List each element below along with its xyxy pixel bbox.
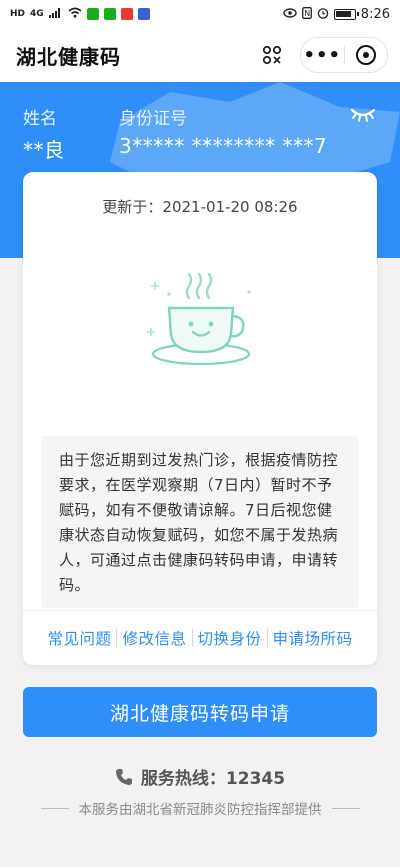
status-bar-right: N 8:26: [283, 7, 390, 22]
footer-divider-right: [331, 807, 360, 809]
toggle-visibility-button[interactable]: [350, 106, 376, 128]
footer-divider-left: [40, 807, 69, 809]
nfc-icon: N: [301, 6, 312, 22]
edit-info-link[interactable]: 修改信息: [117, 627, 191, 649]
close-circle-icon: [355, 45, 376, 65]
blue-notification-icon: [137, 8, 150, 20]
alarm-icon: [317, 7, 329, 22]
signal-icon: [48, 7, 63, 21]
apply-venue-code-link[interactable]: 申请场所码: [268, 627, 358, 649]
page-title: 湖北健康码: [16, 44, 121, 69]
red-notification-icon: [120, 8, 133, 20]
close-button[interactable]: [344, 44, 387, 66]
code-transfer-apply-button[interactable]: 湖北健康码转码申请: [23, 687, 377, 737]
name-label: 姓名: [23, 109, 57, 129]
health-code-card: 更新于：2021-01-20 08:26 由于您近期到过发热门诊，根据疫情防控要…: [23, 172, 377, 665]
service-hotline: 服务热线：12345: [0, 764, 400, 789]
id-number-value: 3***** ******** ***7: [119, 134, 328, 158]
switch-identity-link[interactable]: 切换身份: [193, 627, 267, 649]
message-notification-icon: [103, 8, 116, 20]
scan-button[interactable]: [256, 39, 288, 71]
wifi-icon: [68, 7, 82, 21]
status-bar: HD 4G N 8:26: [0, 0, 400, 28]
network-indicator: 4G: [30, 9, 44, 19]
footer-text: 本服务由湖北省新冠肺炎防控指挥部提供: [78, 802, 322, 818]
navigation-bar: 湖北健康码 •••: [0, 28, 400, 82]
eye-closed-icon: [350, 108, 376, 122]
faq-link[interactable]: 常见问题: [42, 627, 116, 649]
more-button[interactable]: •••: [301, 45, 344, 66]
id-number-label: 身份证号: [119, 109, 187, 129]
battery-icon: [333, 8, 359, 20]
hd-indicator: HD: [10, 9, 26, 19]
status-time: 8:26: [360, 6, 390, 22]
coffee-cup-icon: [141, 272, 259, 372]
mini-program-capsule: •••: [300, 37, 388, 73]
footer: 本服务由湖北省新冠肺炎防控指挥部提供: [0, 798, 400, 818]
svg-text:N: N: [304, 9, 310, 18]
status-bar-left: HD 4G: [10, 7, 150, 21]
name-value: **良: [23, 138, 65, 162]
update-time: 更新于：2021-01-20 08:26: [102, 198, 298, 216]
app-notification-icon: [86, 8, 99, 20]
scan-icon: [262, 45, 282, 65]
phone-icon: [115, 768, 132, 785]
card-links: 常见问题 修改信息 切换身份 申请场所码: [23, 610, 377, 665]
notice-text: 由于您近期到过发热门诊，根据疫情防控要求，在医学观察期（7日内）暂时不予赋码，如…: [41, 436, 359, 608]
hotline-text: 服务热线：12345: [140, 769, 286, 789]
eye-comfort-icon: [283, 7, 297, 21]
